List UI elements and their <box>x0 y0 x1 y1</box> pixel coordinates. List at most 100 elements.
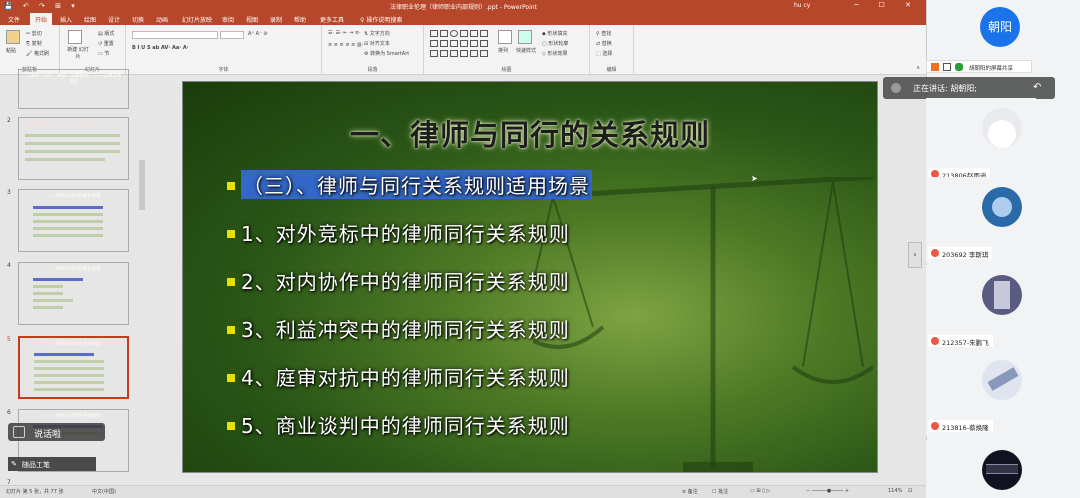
align-text-button[interactable]: ⊟ 对齐文本 <box>364 40 390 47</box>
status-bar: 幻灯片 第 5 张，共 77 张 中文(中国) ≡ 备注 ☐ 批注 ▭ ⊞ ▯ … <box>0 485 926 498</box>
participant-tile[interactable] <box>926 440 1036 498</box>
participant-name-text: 213816-蔡焕隆 <box>942 424 989 432</box>
smartart-button[interactable]: ⚙ 转换为 SmartArt <box>364 50 409 57</box>
shape-fill-button[interactable]: ◆ 形状填充 <box>542 30 567 37</box>
quick-access-toolbar[interactable]: 💾 ↶ ↷ ⊞ ▾ <box>4 2 79 10</box>
new-slide-label[interactable]: 新建 幻灯片 <box>66 46 90 60</box>
format-painter-button[interactable]: 🖌 格式刷 <box>26 50 49 57</box>
quick-styles-label[interactable]: 快速样式 <box>516 47 538 54</box>
tab-animations[interactable]: 动画 <box>156 15 168 24</box>
reset-label: 重置 <box>103 41 114 47</box>
participant-tile[interactable]: 213806赵雨迪 <box>926 98 1036 184</box>
notes-button[interactable]: ≡ 备注 <box>682 488 698 495</box>
slide-thumbnail[interactable]: （律师—同行—律所—法律服务） ——法律实务课堂 <box>18 69 129 109</box>
slide-thumbnail[interactable]: 思考下面几个案例，你认为正确与否？ <box>18 117 129 180</box>
copy-label: 复制 <box>31 41 42 47</box>
tab-design[interactable]: 设计 <box>108 15 120 24</box>
slide-thumbnail[interactable]: 一、律师与同行的关系规则 <box>18 189 129 252</box>
group-slides: 新建 幻灯片 ▤ 版式 ↺ 重置 ▭ 节 幻灯片 <box>60 25 126 75</box>
font-size-buttons[interactable]: A⁺ A⁻ ⊘ <box>248 31 268 37</box>
tab-view[interactable]: 视图 <box>246 15 258 24</box>
vertical-scrollbar[interactable] <box>894 75 904 485</box>
slide-bullet[interactable]: 5、商业谈判中的律师同行关系规则 <box>241 410 570 439</box>
section-button[interactable]: ▭ 节 <box>98 50 109 57</box>
slide-thumbnail-selected[interactable]: 一、律师与同行的关系规则 <box>18 336 129 399</box>
shape-outline-button[interactable]: ▢ 形状轮廓 <box>542 40 568 47</box>
tab-insert[interactable]: 插入 <box>60 15 72 24</box>
slide-bullet[interactable]: 1、对外竞标中的律师同行关系规则 <box>241 218 570 247</box>
slide-bullet[interactable]: 4、庭审对抗中的律师同行关系规则 <box>241 362 570 391</box>
font-name-dropdown[interactable] <box>132 31 218 39</box>
screen-share-icon[interactable] <box>943 63 951 71</box>
slide-canvas[interactable]: 一、律师与同行的关系规则 （三）、律师与同行关系规则适用场景 1、对外竞标中的律… <box>182 81 878 473</box>
cut-button[interactable]: ✂ 剪切 <box>26 30 42 37</box>
tab-draw[interactable]: 绘图 <box>84 15 96 24</box>
view-buttons[interactable]: ▭ ⊞ ▯ ▷ <box>750 488 770 494</box>
shape-effects-button[interactable]: ◇ 形状效果 <box>542 50 567 57</box>
shape-outline-label: 形状轮廓 <box>548 41 569 47</box>
smartart-label: 转换为 SmartArt <box>370 51 410 57</box>
my-avatar[interactable]: 朝阳 <box>980 7 1020 47</box>
user-icon[interactable] <box>931 63 939 71</box>
find-label: 查找 <box>601 31 612 37</box>
back-icon[interactable]: ↶ <box>1033 82 1045 94</box>
tab-transitions[interactable]: 切换 <box>132 15 144 24</box>
tab-slideshow[interactable]: 幻灯片放映 <box>182 15 212 24</box>
arrange-label[interactable]: 排列 <box>498 47 508 54</box>
annotation-toolbar[interactable]: ✎ 随品工笔 <box>8 457 96 471</box>
thumb-title: 一、律师与同行的关系规则 <box>46 194 101 199</box>
collapse-ribbon-icon[interactable]: ∧ <box>916 65 920 71</box>
tab-more-tools[interactable]: 更多工具 <box>320 15 344 24</box>
participant-tile[interactable]: 213816-蔡焕隆 <box>926 350 1036 436</box>
tab-home[interactable]: 开始 <box>30 13 53 25</box>
participant-name-text: 203692 李斯琪 <box>942 251 989 259</box>
copy-button[interactable]: ⎘ 复制 <box>26 40 42 47</box>
slide-thumbnail[interactable]: 一、律师与同行的关系规则 <box>18 262 129 325</box>
slide-bullet[interactable]: 3、利益冲突中的律师同行关系规则 <box>241 314 570 343</box>
arrange-icon[interactable] <box>498 30 512 44</box>
tab-record[interactable]: 录制 <box>270 15 282 24</box>
fit-slide-icon[interactable]: ⊡ <box>908 488 912 494</box>
text-direction-button[interactable]: ⇅ 文字方向 <box>364 30 390 37</box>
pen-icon[interactable]: ✎ <box>11 460 17 468</box>
participant-tile[interactable]: 203692 李斯琪 <box>926 177 1036 263</box>
language-indicator[interactable]: 中文(中国) <box>92 488 116 495</box>
tell-me-search[interactable]: ⚲ 操作说明搜索 <box>360 15 402 24</box>
select-button[interactable]: ⬚ 选择 <box>596 50 612 57</box>
slide-bullet-selected[interactable]: （三）、律师与同行关系规则适用场景 <box>241 170 592 199</box>
zoom-level[interactable]: 114% <box>888 488 902 494</box>
list-buttons[interactable]: ☰· ☰· ⇤ ⇥ ≡· <box>328 30 361 36</box>
new-slide-icon[interactable] <box>68 30 82 44</box>
bullet-icon <box>227 326 235 334</box>
quick-styles-icon[interactable] <box>518 30 532 44</box>
tab-review[interactable]: 审阅 <box>222 15 234 24</box>
participant-tile[interactable]: 212357-朱鹏飞 <box>926 265 1036 351</box>
tab-file[interactable]: 文件 <box>8 15 20 24</box>
align-buttons[interactable]: ≡ ≡ ≡ ≡ ≡ ▥· <box>328 42 363 48</box>
tab-help[interactable]: 帮助 <box>294 15 306 24</box>
thumb-number: 6 <box>7 409 11 416</box>
microphone-icon[interactable] <box>955 63 963 71</box>
panel-expand-arrow[interactable]: › <box>908 242 922 268</box>
layout-button[interactable]: ▤ 版式 <box>98 30 114 37</box>
slide-title[interactable]: 一、律师与同行的关系规则 <box>183 112 877 154</box>
window-controls[interactable]: ─ ☐ ✕ <box>854 1 920 9</box>
reset-button[interactable]: ↺ 重置 <box>98 40 114 47</box>
comments-button[interactable]: ☐ 批注 <box>712 488 728 495</box>
mouse-cursor-icon: ➤ <box>751 174 758 183</box>
find-button[interactable]: ⚲ 查找 <box>596 30 611 37</box>
zoom-slider[interactable]: − ─────●──── + <box>806 488 849 494</box>
paste-label[interactable]: 粘贴 <box>6 47 16 54</box>
font-style-buttons[interactable]: B I U S ab AV· Aa· A· <box>132 45 189 51</box>
font-size-dropdown[interactable] <box>220 31 244 39</box>
annotation-toolbar-label[interactable]: 随品工笔 <box>22 460 50 470</box>
participant-name: 203692 李斯琪 <box>928 247 993 259</box>
group-font: A⁺ A⁻ ⊘ B I U S ab AV· Aa· A· 字体 <box>126 25 322 75</box>
replace-button[interactable]: ⇄ 替换 <box>596 40 612 47</box>
user-name[interactable]: hu cy <box>794 2 810 9</box>
thumbnail-scrollbar[interactable] <box>139 160 145 210</box>
paste-icon[interactable] <box>6 30 20 44</box>
slide-bullet[interactable]: 2、对内协作中的律师同行关系规则 <box>241 266 570 295</box>
muted-mic-icon <box>931 337 939 345</box>
title-bar: 💾 ↶ ↷ ⊞ ▾ 法律职业伦理（律师职业内部规则）.ppt - PowerPo… <box>0 0 926 12</box>
